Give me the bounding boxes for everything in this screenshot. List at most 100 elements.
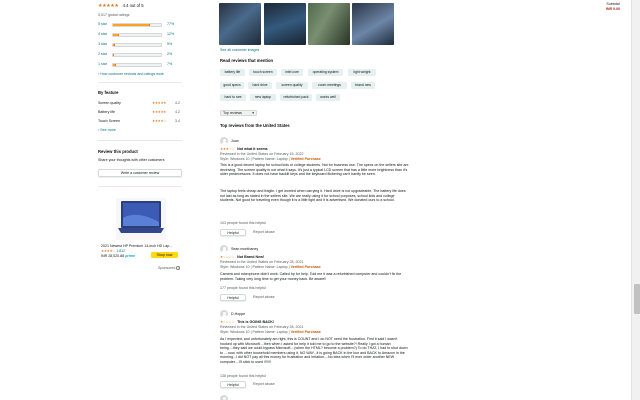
by-feature-heading: By feature bbox=[98, 90, 119, 95]
mention-chip[interactable]: refurbished pack bbox=[280, 94, 312, 101]
review-header[interactable]: ★☆☆☆☆ Not Brand New! bbox=[220, 255, 264, 260]
histogram-label[interactable]: 2 star bbox=[98, 52, 110, 57]
divider bbox=[98, 140, 182, 141]
reviewer-name[interactable]: Juan bbox=[231, 139, 239, 144]
customer-image[interactable] bbox=[219, 3, 261, 45]
helpful-button[interactable]: Helpful bbox=[220, 229, 246, 236]
mention-chip[interactable]: works well bbox=[316, 94, 340, 101]
histogram-fill bbox=[113, 44, 116, 46]
histogram-label[interactable]: 1 star bbox=[98, 62, 110, 67]
mention-chip[interactable]: operating system bbox=[308, 69, 343, 76]
review-body: This is a good decent laptop for school … bbox=[220, 163, 409, 177]
histogram-row[interactable]: 1 star 7% bbox=[98, 62, 188, 68]
see-all-customer-images-link[interactable]: See all customer images bbox=[220, 48, 259, 53]
review-title[interactable]: Not what it seems bbox=[237, 147, 268, 151]
feature-name: Screen quality bbox=[98, 101, 121, 105]
histogram-row[interactable]: 3 star 5% bbox=[98, 42, 188, 48]
info-icon[interactable]: i bbox=[176, 266, 180, 270]
review-header[interactable]: ★☆☆☆☆ This is GOING BACK! bbox=[220, 320, 274, 325]
chevron-down-icon: ▾ bbox=[252, 111, 254, 115]
histogram-fill bbox=[113, 24, 150, 26]
scrollbar[interactable] bbox=[631, 0, 640, 400]
see-more-link[interactable]: › See more bbox=[98, 128, 116, 133]
review-body: As I expected, and unfortunately am righ… bbox=[220, 337, 408, 364]
avatar bbox=[220, 137, 228, 145]
how-ratings-work-text[interactable]: How customer reviews and ratings work bbox=[100, 72, 164, 76]
mention-chip[interactable]: new laptop bbox=[250, 94, 276, 101]
how-ratings-work-link[interactable]: › How customer reviews and ratings work bbox=[98, 72, 164, 77]
rating-stars: ★★★★★ bbox=[98, 3, 119, 9]
review-variant: Style: Windows 10 | Pattern Name: Laptop… bbox=[220, 157, 321, 161]
mention-chip[interactable]: intel core bbox=[281, 69, 303, 76]
histogram-label[interactable]: 3 star bbox=[98, 42, 110, 47]
star-rating-summary: ★★★★★ 4.4 out of 5 bbox=[98, 3, 144, 9]
histogram-percent[interactable]: 77% bbox=[167, 22, 174, 27]
review-pattern: Pattern Name: Laptop bbox=[252, 157, 288, 161]
histogram-label[interactable]: 5 star bbox=[98, 22, 110, 27]
feature-row: Screen quality ★★★★★ 4.2 bbox=[98, 101, 188, 107]
histogram-percent[interactable]: 2% bbox=[167, 52, 172, 57]
customer-image[interactable] bbox=[352, 3, 394, 45]
sponsored-label[interactable]: Sponsored i bbox=[158, 266, 180, 271]
feature-value: 4.2 bbox=[175, 101, 180, 105]
histogram-fill bbox=[113, 64, 117, 66]
sponsored-ad-card[interactable]: 2021 Newest HP Premium 14-inch HD Lap...… bbox=[99, 196, 182, 266]
histogram-bar bbox=[112, 63, 162, 67]
ad-product-title[interactable]: 2021 Newest HP Premium 14-inch HD Lap... bbox=[101, 244, 181, 249]
mention-chip[interactable]: good specs bbox=[220, 82, 244, 89]
mention-chip[interactable]: brand new bbox=[351, 82, 375, 89]
histogram-bar bbox=[112, 53, 162, 57]
mention-chip[interactable]: light weight bbox=[348, 69, 376, 76]
histogram-row[interactable]: 2 star 2% bbox=[98, 52, 188, 58]
mention-chip[interactable]: hard to see bbox=[220, 94, 246, 101]
shop-now-button[interactable]: Shop now bbox=[151, 252, 178, 258]
reviewer-name[interactable]: Sean monthaney bbox=[231, 247, 258, 252]
verified-purchase: Verified Purchase bbox=[290, 330, 321, 334]
mention-chip[interactable]: hard drive bbox=[248, 82, 272, 89]
review-body: The laptop feels cheap and fragile. I ge… bbox=[220, 189, 406, 203]
histogram-label[interactable]: 4 star bbox=[98, 32, 110, 37]
histogram-row[interactable]: 5 star 77% bbox=[98, 22, 188, 28]
helpful-count: 103 people found this helpful bbox=[220, 221, 266, 225]
helpful-button[interactable]: Helpful bbox=[220, 294, 246, 301]
histogram-row[interactable]: 4 star 12% bbox=[98, 32, 188, 38]
review-title[interactable]: Not Brand New! bbox=[237, 255, 264, 259]
mention-chip[interactable]: screen quality bbox=[276, 82, 308, 89]
mention-chip[interactable]: battery life bbox=[220, 69, 245, 76]
review-title[interactable]: This is GOING BACK! bbox=[237, 320, 274, 324]
sort-dropdown[interactable]: Top reviews ▾ bbox=[220, 110, 257, 116]
mention-chip[interactable]: zoom meetings bbox=[312, 82, 347, 89]
scrollbar-thumb[interactable] bbox=[633, 284, 640, 314]
feature-name: Touch Screen bbox=[98, 119, 120, 123]
feature-name: Battery life bbox=[98, 110, 115, 114]
reviewer-name[interactable]: D.Hoppe bbox=[231, 312, 245, 317]
review-this-product-heading: Review this product bbox=[98, 149, 138, 154]
histogram-percent[interactable]: 7% bbox=[167, 62, 172, 67]
report-abuse-link[interactable]: Report abuse bbox=[253, 382, 275, 387]
review-style: Style: Windows 10 bbox=[220, 265, 250, 269]
customer-image[interactable] bbox=[264, 3, 306, 45]
ad-rating[interactable]: ★★★★☆ 1,812 bbox=[101, 249, 125, 254]
ad-price-row: INR 28,020.88 prime bbox=[101, 254, 135, 259]
prime-badge: prime bbox=[125, 254, 135, 258]
customer-image[interactable] bbox=[308, 3, 350, 45]
feature-row: Touch Screen ★★★★☆ 3.4 bbox=[98, 119, 188, 125]
mention-chip[interactable]: touch screen bbox=[249, 69, 277, 76]
helpful-count: 138 people found this helpful bbox=[220, 374, 266, 378]
write-review-button[interactable]: Write a customer review bbox=[98, 169, 182, 177]
histogram-percent[interactable]: 5% bbox=[167, 42, 172, 47]
ad-rating-count[interactable]: 1,812 bbox=[116, 249, 125, 253]
report-abuse-link[interactable]: Report abuse bbox=[253, 295, 275, 300]
helpful-button[interactable]: Helpful bbox=[220, 381, 246, 388]
review-variant: Style: Windows 10 | Pattern Name: Laptop… bbox=[220, 265, 321, 269]
sort-selected-label[interactable]: Top reviews bbox=[223, 111, 242, 115]
review-header[interactable]: ★★★☆☆ Not what it seems bbox=[220, 147, 268, 152]
helpful-count: 177 people found this helpful bbox=[220, 286, 266, 290]
see-more-text[interactable]: See more bbox=[100, 128, 116, 132]
review-date: Reviewed in the United States on Februar… bbox=[220, 260, 304, 264]
histogram-percent[interactable]: 12% bbox=[167, 32, 174, 37]
laptop-product-image[interactable] bbox=[116, 198, 166, 240]
sponsored-text[interactable]: Sponsored bbox=[158, 266, 175, 270]
report-abuse-link[interactable]: Report abuse bbox=[253, 230, 275, 235]
top-reviews-heading: Top reviews from the United States bbox=[220, 123, 290, 128]
